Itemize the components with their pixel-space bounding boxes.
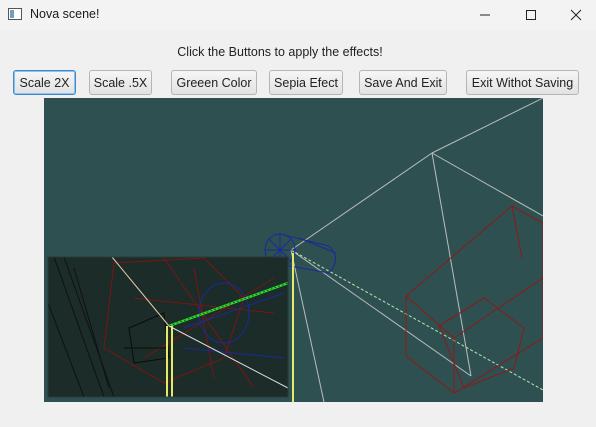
scene-wireframe	[47, 98, 543, 402]
window-title: Nova scene!	[30, 7, 100, 21]
scene-viewport[interactable]	[44, 98, 543, 402]
minimize-button[interactable]	[462, 0, 508, 30]
inset-view	[47, 256, 289, 398]
app-icon	[8, 8, 22, 20]
sepia-effect-button[interactable]: Sepia Efect	[269, 70, 343, 95]
scale-2x-button[interactable]: Scale 2X	[13, 70, 76, 95]
minimize-icon	[480, 14, 490, 16]
exit-without-saving-button[interactable]: Exit Withot Saving	[466, 70, 579, 95]
save-and-exit-button[interactable]: Save And Exit	[359, 70, 447, 95]
green-color-button[interactable]: Greeen Color	[171, 70, 257, 95]
instructions-label: Click the Buttons to apply the effects!	[177, 45, 383, 59]
maximize-icon	[526, 10, 536, 20]
close-icon	[570, 9, 582, 21]
scale-half-button[interactable]: Scale .5X	[89, 70, 152, 95]
title-bar[interactable]: Nova scene!	[0, 0, 596, 30]
close-button[interactable]	[553, 0, 596, 30]
maximize-button[interactable]	[508, 0, 554, 30]
